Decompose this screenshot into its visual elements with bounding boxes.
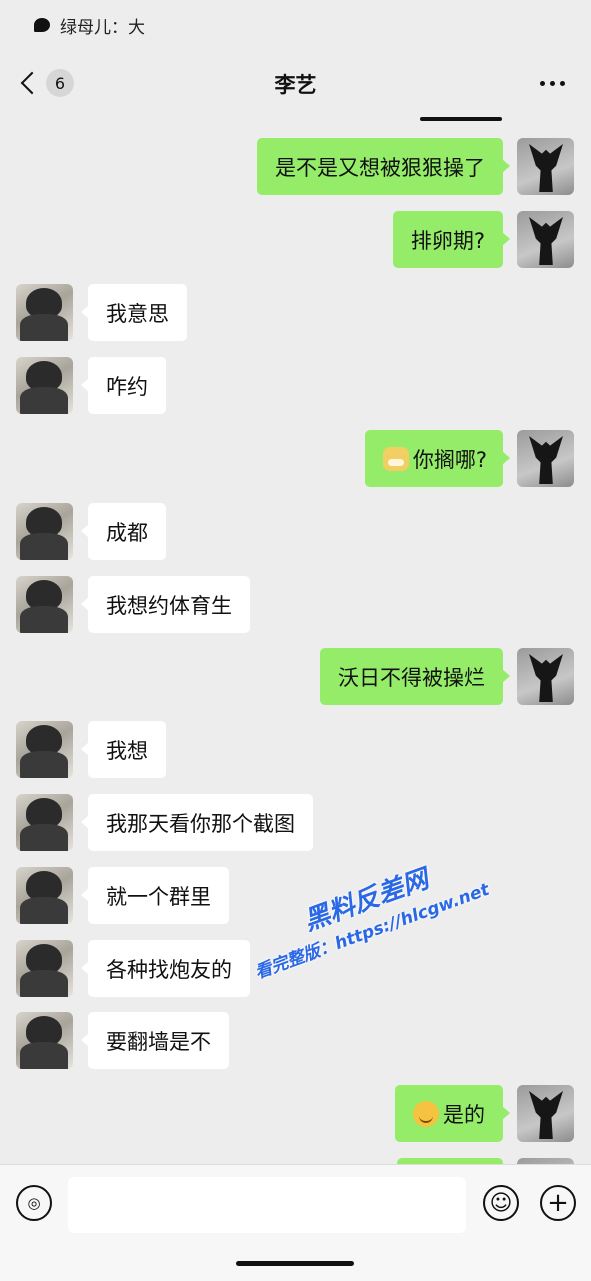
message-text: 我那天看你那个截图 (106, 811, 295, 836)
message-row: 我意思 (0, 284, 591, 342)
contact-avatar[interactable] (16, 1012, 73, 1069)
message-text: 就一个群里 (106, 884, 211, 909)
input-bar: ◎ ☺ + (0, 1164, 591, 1281)
message-text: 咋约 (106, 374, 148, 399)
chat-bubble-icon (34, 18, 50, 32)
more-actions-button[interactable]: + (540, 1185, 576, 1221)
notification-strip: 绿母儿：大 (0, 0, 591, 50)
my-avatar[interactable] (517, 1085, 574, 1142)
dot-icon (540, 81, 545, 86)
scroll-indicator (420, 117, 502, 121)
home-indicator (236, 1261, 354, 1266)
message-text: 是的 (443, 1102, 485, 1127)
message-row: 你搁哪? (0, 430, 591, 488)
smiley-icon: ☺ (489, 1190, 513, 1216)
message-bubble-received[interactable]: 我想约体育生 (81, 576, 250, 633)
dot-icon (560, 81, 565, 86)
dot-icon (550, 81, 555, 86)
message-bubble-received[interactable]: 我那天看你那个截图 (81, 794, 313, 851)
message-text: 要翻墙是不 (106, 1029, 211, 1054)
message-text: 各种找炮友的 (106, 957, 232, 982)
contact-avatar[interactable] (16, 940, 73, 997)
message-bubble-sent[interactable]: 是的 (395, 1085, 510, 1142)
message-row: 我想约体育生 (0, 576, 591, 634)
emoji-button[interactable]: ☺ (483, 1185, 519, 1221)
my-avatar[interactable] (517, 430, 574, 487)
message-bubble-received[interactable]: 各种找炮友的 (81, 940, 250, 997)
message-row: 是不是又想被狠狠操了 (0, 138, 591, 196)
message-row: 排卵期? (0, 211, 591, 269)
message-text: 成都 (106, 520, 148, 545)
message-bubble-sent[interactable]: 排卵期? (392, 211, 511, 268)
message-text: 沃日不得被操烂 (338, 665, 485, 690)
contact-avatar[interactable] (16, 503, 73, 560)
contact-avatar[interactable] (16, 794, 73, 851)
chat-header: 6 李艺 (0, 55, 591, 111)
message-bubble-sent[interactable]: 是不是又想被狠狠操了 (257, 138, 510, 195)
message-bubble-received[interactable]: 要翻墙是不 (81, 1012, 229, 1069)
message-bubble-received[interactable]: 咋约 (81, 357, 166, 414)
doge-emoji-icon (382, 446, 409, 471)
contact-avatar[interactable] (16, 721, 73, 778)
message-input[interactable] (68, 1177, 466, 1233)
contact-avatar[interactable] (16, 357, 73, 414)
message-bubble-sent[interactable]: 你搁哪? (364, 430, 511, 487)
message-text: 我想约体育生 (106, 593, 232, 618)
smile-emoji-icon (413, 1100, 439, 1127)
contact-avatar[interactable] (16, 576, 73, 633)
message-bubble-sent[interactable]: 沃日不得被操烂 (320, 648, 510, 705)
message-row: 成都 (0, 503, 591, 561)
my-avatar[interactable] (517, 648, 574, 705)
contact-avatar[interactable] (16, 284, 73, 341)
message-row: 咋约 (0, 357, 591, 415)
message-text: 排卵期? (410, 228, 485, 253)
my-avatar[interactable] (517, 138, 574, 195)
more-options-button[interactable] (540, 81, 565, 86)
chat-title: 李艺 (274, 73, 317, 97)
message-bubble-received[interactable]: 我意思 (81, 284, 187, 341)
my-avatar[interactable] (517, 211, 574, 268)
message-text: 我想 (106, 738, 148, 763)
message-row: 我想 (0, 721, 591, 779)
message-row: 是的 (0, 1085, 591, 1143)
voice-input-button[interactable]: ◎ (16, 1185, 52, 1221)
plus-icon: + (547, 1188, 569, 1218)
message-text: 是不是又想被狠狠操了 (275, 155, 485, 180)
message-row: 我那天看你那个截图 (0, 794, 591, 852)
message-row: 沃日不得被操烂 (0, 648, 591, 706)
message-text: 你搁哪? (412, 447, 487, 472)
notification-text: 绿母儿：大 (60, 17, 145, 38)
message-row: 要翻墙是不 (0, 1012, 591, 1070)
voice-icon: ◎ (27, 1194, 41, 1212)
contact-avatar[interactable] (16, 867, 73, 924)
message-bubble-received[interactable]: 就一个群里 (81, 867, 229, 924)
message-bubble-received[interactable]: 我想 (81, 721, 166, 778)
message-text: 我意思 (106, 301, 169, 326)
message-bubble-received[interactable]: 成都 (81, 503, 166, 560)
